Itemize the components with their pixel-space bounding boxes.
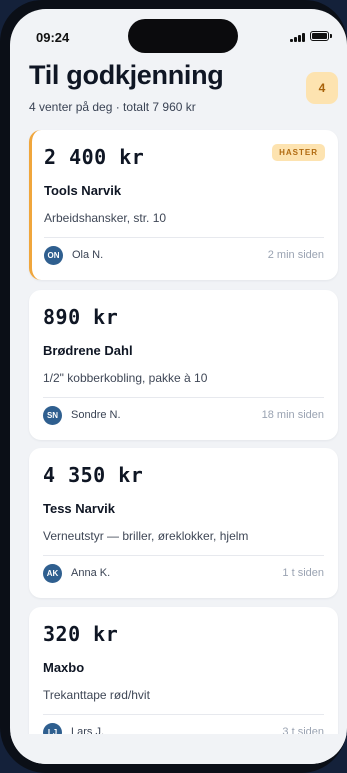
page-title: Til godkjenning: [29, 60, 224, 90]
time-ago: 1 t siden: [282, 567, 324, 579]
phone-frame: 09:24 Til godkjenning 4 venter på deg · …: [0, 0, 347, 773]
approval-merchant: Tools Narvik: [44, 183, 122, 198]
approval-merchant: Brødrene Dahl: [43, 343, 133, 358]
avatar: ON: [44, 246, 63, 265]
time-ago: 2 min siden: [267, 249, 324, 261]
approval-merchant: Tess Narvik: [43, 501, 116, 516]
approval-description: Arbeidshansker, str. 10: [44, 211, 167, 225]
signal-icon: [290, 33, 305, 42]
card-divider: [43, 555, 324, 556]
urgent-badge: HASTER: [272, 144, 325, 161]
avatar: AK: [43, 564, 62, 583]
requester-name: Anna K.: [71, 567, 111, 579]
approval-description: Verneutstyr — briller, øreklokker, hjelm: [43, 529, 249, 543]
avatar: SN: [43, 406, 62, 425]
approval-card[interactable]: 890 kr Brødrene Dahl 1/2" kobberkobling,…: [29, 290, 338, 440]
requester-name: Ola N.: [72, 249, 104, 261]
approval-card[interactable]: 4 350 kr Tess Narvik Verneutstyr — brill…: [29, 448, 338, 598]
requester-name: Sondre N.: [71, 409, 121, 421]
page-subtitle: 4 venter på deg · totalt 7 960 kr: [29, 100, 196, 114]
battery-icon: [310, 31, 332, 41]
approval-amount: 4 350 kr: [43, 463, 144, 487]
approval-amount: 320 kr: [43, 622, 119, 646]
approval-amount: 890 kr: [43, 305, 119, 329]
approval-merchant: Maxbo: [43, 660, 85, 675]
approval-card[interactable]: 2 400 kr HASTER Tools Narvik Arbeidshans…: [29, 130, 338, 280]
status-bar: 09:24: [10, 9, 347, 61]
dynamic-island: [128, 19, 238, 53]
phone-screen: 09:24 Til godkjenning 4 venter på deg · …: [10, 9, 347, 764]
approval-amount: 2 400 kr: [44, 145, 145, 169]
bottom-fade: [10, 734, 347, 764]
time-ago: 18 min siden: [261, 409, 324, 421]
approval-description: Trekanttape rød/hvit: [43, 688, 150, 702]
pending-count-badge[interactable]: 4: [306, 72, 338, 104]
card-divider: [43, 714, 324, 715]
card-divider: [44, 237, 324, 238]
card-divider: [43, 397, 324, 398]
approval-description: 1/2" kobberkobling, pakke à 10: [43, 371, 208, 385]
status-time: 09:24: [36, 30, 70, 45]
